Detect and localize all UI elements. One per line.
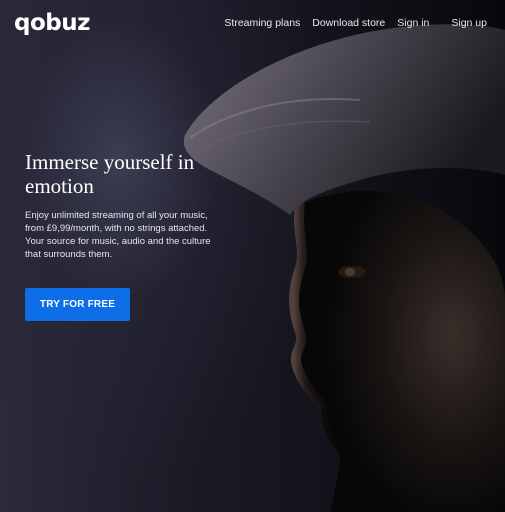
hero-description: Enjoy unlimited streaming of all your mu…: [25, 210, 211, 260]
hero-headline: Immerse yourself in emotion: [25, 150, 195, 198]
nav-link-sign-in[interactable]: Sign in: [397, 17, 429, 29]
try-for-free-button[interactable]: TRY FOR FREE: [25, 288, 130, 321]
qobuz-logo[interactable]: qobuz: [14, 10, 91, 36]
face-shape: [293, 190, 505, 512]
nav-link-streaming-plans[interactable]: Streaming plans: [224, 17, 300, 29]
nav-link-sign-up[interactable]: Sign up: [451, 17, 487, 29]
nav-link-download-store[interactable]: Download store: [312, 17, 385, 29]
main-nav: Streaming plans Download store Sign in S…: [224, 17, 487, 29]
hero-section: qobuz Streaming plans Download store Sig…: [0, 0, 505, 512]
top-navigation-bar: qobuz Streaming plans Download store Sig…: [0, 0, 505, 46]
